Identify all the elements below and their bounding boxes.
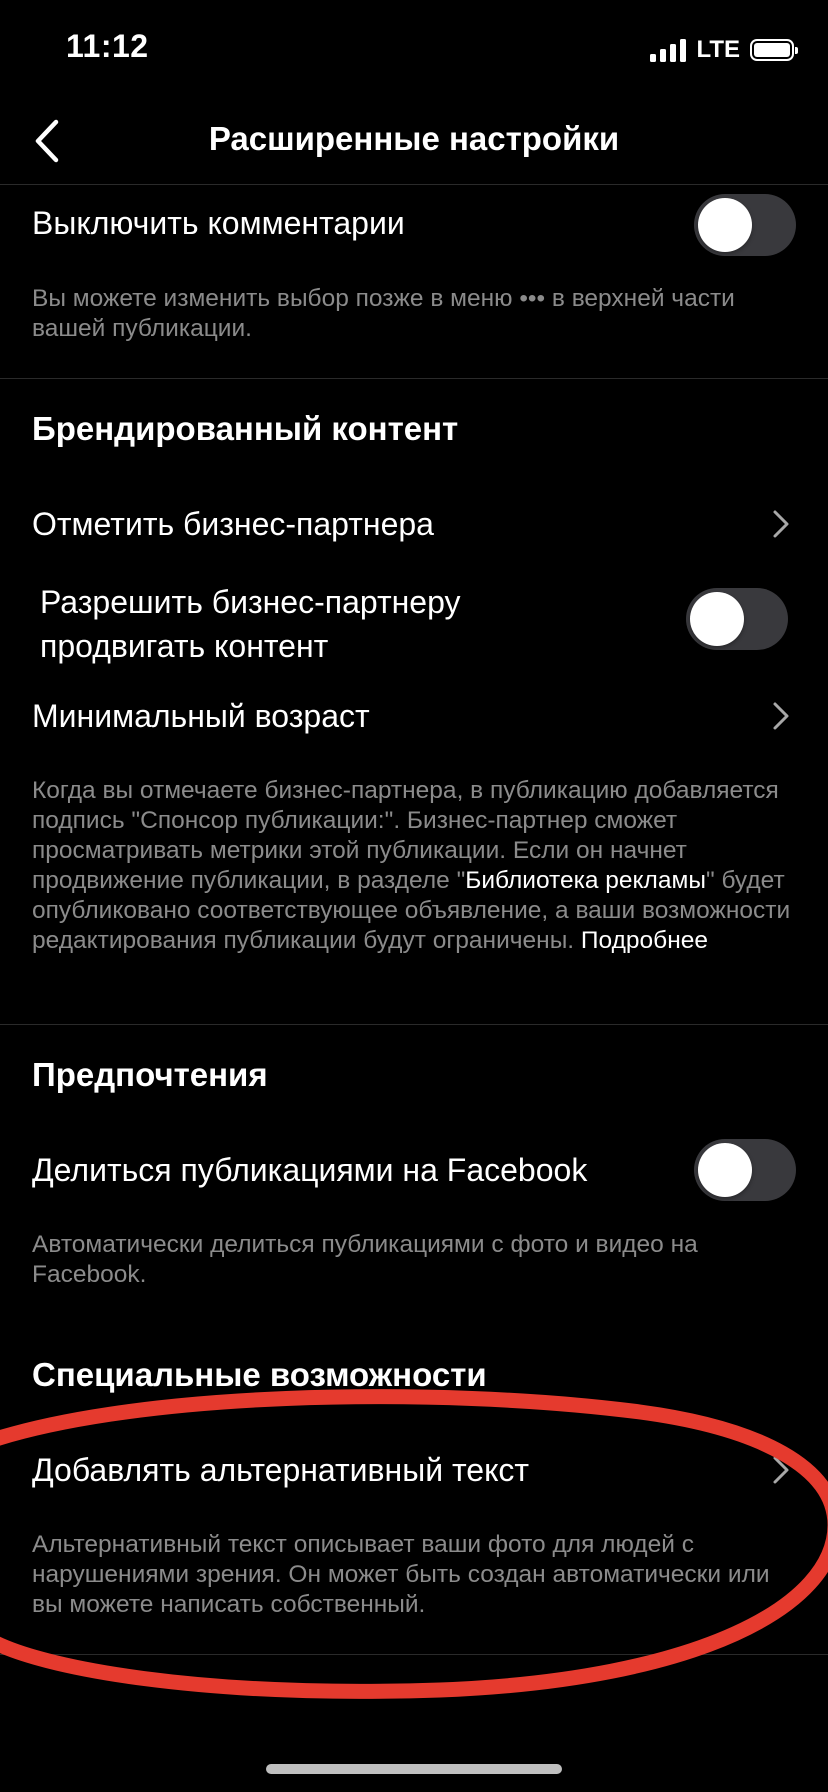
branded-content-title: Брендированный контент <box>32 410 459 447</box>
comments-description: Вы можете изменить выбор позже в меню ••… <box>32 285 735 342</box>
section-divider <box>0 1654 828 1655</box>
more-dots-icon: ••• <box>519 285 546 312</box>
page-title: Расширенные настройки <box>208 120 620 157</box>
alt-text-label[interactable]: Добавлять альтернативный текст <box>32 1452 529 1489</box>
status-indicators: LTE <box>650 34 798 66</box>
allow-partner-promote-label: Разрешить бизнес-партнеру продвигать кон… <box>40 584 461 664</box>
chevron-right-icon[interactable] <box>772 509 790 539</box>
header-divider <box>0 184 828 185</box>
disable-comments-toggle[interactable] <box>694 194 796 256</box>
toggle-knob <box>690 592 744 646</box>
toggle-knob <box>698 198 752 252</box>
share-facebook-label: Делиться публикациями на Facebook <box>32 1152 588 1188</box>
share-facebook-toggle[interactable] <box>694 1139 796 1201</box>
toggle-knob <box>698 1143 752 1197</box>
home-indicator[interactable] <box>266 1764 562 1774</box>
battery-icon <box>750 39 798 61</box>
status-time: 11:12 <box>66 28 149 64</box>
min-age-label[interactable]: Минимальный возраст <box>32 698 370 735</box>
chevron-right-icon[interactable] <box>772 701 790 731</box>
alt-text-description: Альтернативный текст описывает ваши фото… <box>32 1531 770 1618</box>
section-divider <box>0 1024 828 1025</box>
chevron-right-icon[interactable] <box>772 1455 790 1485</box>
share-facebook-description: Автоматически делиться публикациями с фо… <box>32 1231 698 1288</box>
ad-library-link[interactable]: Библиотека рекламы <box>465 867 706 894</box>
allow-partner-promote-toggle[interactable] <box>686 588 788 650</box>
signal-icon <box>650 38 687 62</box>
network-label: LTE <box>696 36 740 63</box>
preferences-title: Предпочтения <box>32 1056 268 1093</box>
learn-more-link[interactable]: Подробнее <box>581 927 708 954</box>
disable-comments-label: Выключить комментарии <box>32 205 405 241</box>
section-divider <box>0 378 828 379</box>
tag-partner-label[interactable]: Отметить бизнес-партнера <box>32 506 434 543</box>
accessibility-title: Специальные возможности <box>32 1356 487 1393</box>
branded-content-description: Когда вы отмечаете бизнес-партнера, в пу… <box>32 777 791 954</box>
